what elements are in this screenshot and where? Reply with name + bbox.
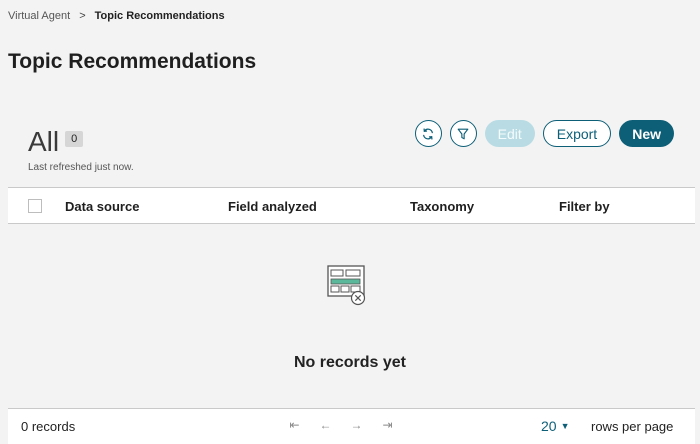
filter-icon xyxy=(457,128,469,139)
chevron-down-icon: ▼ xyxy=(560,421,570,431)
table-footer: 0 records ⇤ ← → ⇥ 20 ▼ rows per page xyxy=(8,408,695,444)
previous-page-icon[interactable]: ← xyxy=(319,418,332,432)
toolbar: Edit Export New xyxy=(414,120,674,147)
page-title: Topic Recommendations xyxy=(8,50,257,73)
column-header-data-source[interactable]: Data source xyxy=(65,199,139,214)
rows-per-page-select[interactable]: 20 ▼ xyxy=(541,418,570,434)
next-page-icon[interactable]: → xyxy=(350,418,363,432)
export-button[interactable]: Export xyxy=(542,120,612,147)
empty-records-icon xyxy=(320,264,370,306)
table-header: Data source Field analyzed Taxonomy Filt… xyxy=(8,187,695,224)
last-refreshed-text: Last refreshed just now. xyxy=(28,162,134,173)
breadcrumb-current: Topic Recommendations xyxy=(94,10,225,22)
refresh-button[interactable] xyxy=(414,120,442,147)
refresh-icon xyxy=(423,128,434,139)
first-page-icon[interactable]: ⇤ xyxy=(288,418,301,432)
filter-button[interactable] xyxy=(449,120,477,147)
rows-per-page-label: rows per page xyxy=(591,419,674,434)
new-button[interactable]: New xyxy=(619,120,674,147)
column-header-field-analyzed[interactable]: Field analyzed xyxy=(228,199,317,214)
records-count: 0 records xyxy=(21,419,76,434)
list-title: All xyxy=(28,126,60,157)
records-table: Data source Field analyzed Taxonomy Filt… xyxy=(8,187,695,443)
breadcrumb-parent[interactable]: Virtual Agent xyxy=(8,10,70,22)
breadcrumb: Virtual Agent > Topic Recommendations xyxy=(8,10,225,22)
breadcrumb-separator: > xyxy=(79,10,86,22)
column-header-taxonomy[interactable]: Taxonomy xyxy=(410,199,474,214)
empty-state-message: No records yet xyxy=(293,354,407,371)
edit-button[interactable]: Edit xyxy=(484,120,535,147)
last-page-icon[interactable]: ⇥ xyxy=(381,418,394,432)
column-header-filter-by[interactable]: Filter by xyxy=(559,199,610,214)
select-all-checkbox[interactable] xyxy=(28,199,42,213)
count-badge: 0 xyxy=(65,131,84,147)
rows-per-page-value: 20 xyxy=(541,418,557,434)
list-header: All 0 xyxy=(28,126,84,158)
pagination: ⇤ ← → ⇥ xyxy=(288,418,394,432)
